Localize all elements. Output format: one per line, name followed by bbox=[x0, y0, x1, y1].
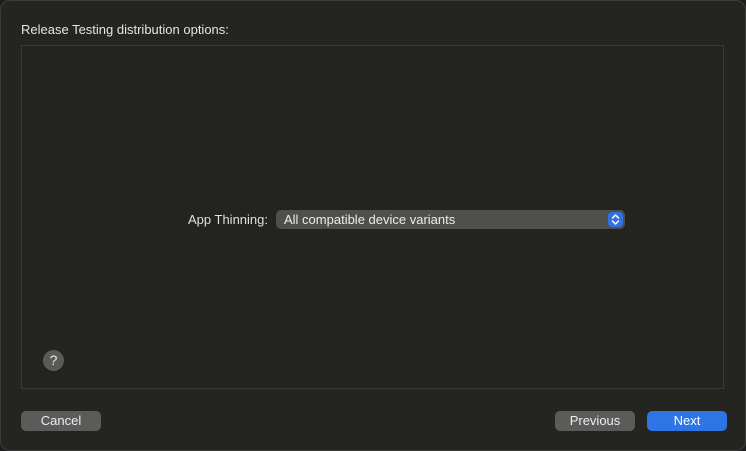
options-panel: App Thinning: All compatible device vari… bbox=[21, 45, 724, 389]
help-button[interactable]: ? bbox=[43, 350, 64, 371]
app-thinning-selected-value: All compatible device variants bbox=[284, 212, 456, 227]
previous-button[interactable]: Previous bbox=[555, 411, 635, 431]
question-mark-icon: ? bbox=[49, 352, 58, 368]
app-thinning-popup[interactable]: All compatible device variants bbox=[276, 210, 625, 229]
app-thinning-label: App Thinning: bbox=[188, 212, 268, 227]
sheet-title: Release Testing distribution options: bbox=[21, 22, 229, 37]
app-thinning-row: App Thinning: All compatible device vari… bbox=[22, 210, 723, 230]
distribution-sheet: Release Testing distribution options: Ap… bbox=[0, 0, 746, 451]
next-button[interactable]: Next bbox=[647, 411, 727, 431]
up-down-chevron-icon bbox=[608, 212, 623, 227]
cancel-button[interactable]: Cancel bbox=[21, 411, 101, 431]
